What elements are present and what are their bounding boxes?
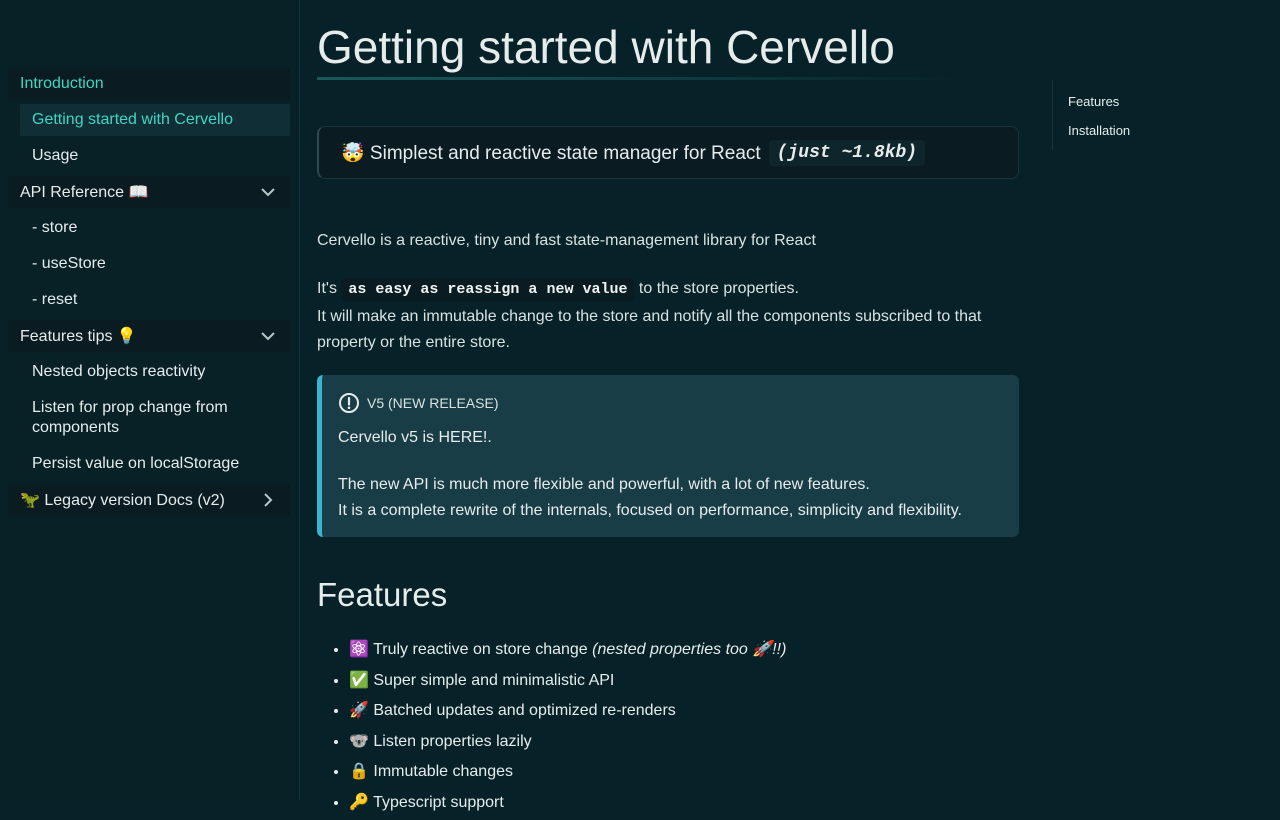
callout-title: V5 (NEW RELEASE) — [367, 395, 499, 411]
inline-code: as easy as reassign a new value — [341, 278, 635, 301]
chevron-right-icon[interactable] — [258, 490, 278, 510]
sidebar-item-label: Getting started with Cervello — [32, 111, 233, 128]
feature-note: (nested properties too 🚀!!) — [592, 641, 787, 658]
list-item: ✅ Super simple and minimalistic API — [349, 667, 786, 698]
sidebar-item-label: Nested objects reactivity — [32, 363, 206, 380]
sidebar: Introduction Getting started with Cervel… — [0, 0, 300, 800]
list-item: 🔑 Typescript support — [349, 789, 786, 820]
paragraph-prefix: It's — [317, 280, 337, 297]
callout-line3: It is a complete rewrite of the internal… — [338, 502, 962, 519]
feature-text: 🐨 Listen properties lazily — [349, 732, 532, 750]
sidebar-item-listen-prop-change[interactable]: Listen for prop change from components — [20, 392, 290, 444]
sidebar-item-store[interactable]: - store — [20, 212, 290, 244]
sidebar-section-legacy-docs[interactable]: 🦖 Legacy version Docs (v2) — [8, 484, 290, 516]
callout-line2: The new API is much more flexible and po… — [338, 476, 870, 493]
sidebar-section-label: 🦖 Legacy version Docs (v2) — [20, 492, 225, 509]
usage-paragraph: It's as easy as reassign a new value to … — [317, 276, 1019, 357]
feature-text: ⚛️ Truly reactive on store change — [349, 641, 588, 658]
title-underline — [317, 77, 957, 80]
sidebar-item-label: - store — [32, 219, 78, 236]
sidebar-nav: Introduction Getting started with Cervel… — [8, 68, 290, 520]
sidebar-section-label: Introduction — [20, 75, 104, 92]
list-item: ⚛️ Truly reactive on store change (neste… — [349, 636, 786, 667]
chevron-down-icon[interactable] — [258, 326, 278, 346]
paragraph-line2: It will make an immutable change to the … — [317, 307, 982, 352]
callout-header: V5 (NEW RELEASE) — [338, 391, 1003, 415]
sidebar-item-label: Listen for prop change from components — [32, 399, 228, 436]
list-item: 🔒 Immutable changes — [349, 758, 786, 789]
paragraph-suffix: to the store properties. — [638, 280, 799, 297]
list-item: 🐨 Listen properties lazily — [349, 728, 786, 759]
feature-text: 🚀 Batched updates and optimized re-rende… — [349, 702, 676, 720]
tagline-text: 🤯 Simplest and reactive state manager fo… — [341, 142, 761, 164]
sidebar-section-features-tips[interactable]: Features tips 💡 — [8, 320, 290, 352]
sidebar-item-label: - reset — [32, 291, 78, 308]
sidebar-item-getting-started[interactable]: Getting started with Cervello — [20, 104, 290, 136]
alert-circle-icon — [339, 393, 359, 413]
features-heading: Features — [317, 576, 448, 613]
tagline-size-code: (just ~1.8kb) — [768, 139, 926, 166]
list-item: 🚀 Batched updates and optimized re-rende… — [349, 697, 786, 728]
sidebar-item-nested-objects[interactable]: Nested objects reactivity — [20, 356, 290, 388]
sidebar-item-persist-localstorage[interactable]: Persist value on localStorage — [20, 448, 290, 480]
callout-line1: Cervello v5 is HERE!. — [338, 429, 492, 446]
feature-text: 🔑 Typescript support — [349, 793, 504, 811]
sidebar-item-usage[interactable]: Usage — [20, 140, 290, 172]
chevron-down-icon[interactable] — [258, 182, 278, 202]
sidebar-item-label: - useStore — [32, 255, 106, 272]
table-of-contents: Features Installation — [1052, 80, 1252, 150]
toc-link-installation[interactable]: Installation — [1068, 123, 1252, 138]
features-list: ⚛️ Truly reactive on store change (neste… — [317, 636, 786, 820]
page-title: Getting started with Cervello — [317, 21, 895, 73]
sidebar-item-label: Usage — [32, 147, 79, 164]
sidebar-item-label: Persist value on localStorage — [32, 455, 240, 472]
sidebar-section-introduction[interactable]: Introduction — [8, 68, 290, 100]
feature-text: ✅ Super simple and minimalistic API — [349, 671, 615, 689]
toc-link-features[interactable]: Features — [1068, 94, 1252, 109]
sidebar-section-label: API Reference 📖 — [20, 184, 149, 201]
feature-text: 🔒 Immutable changes — [349, 763, 513, 781]
sidebar-section-api-reference[interactable]: API Reference 📖 — [8, 176, 290, 208]
release-callout: V5 (NEW RELEASE) Cervello v5 is HERE!. T… — [317, 375, 1019, 537]
sidebar-item-usestore[interactable]: - useStore — [20, 248, 290, 280]
sidebar-section-label: Features tips 💡 — [20, 328, 137, 345]
tagline-block: 🤯 Simplest and reactive state manager fo… — [317, 126, 1019, 179]
sidebar-item-reset[interactable]: - reset — [20, 284, 290, 316]
intro-paragraph: Cervello is a reactive, tiny and fast st… — [317, 232, 816, 249]
